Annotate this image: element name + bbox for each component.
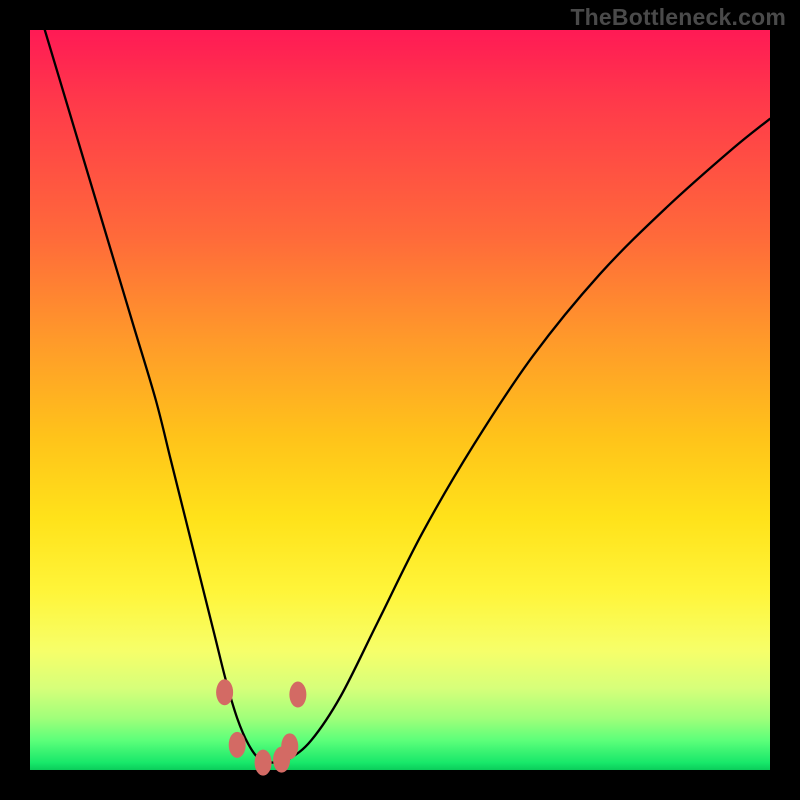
plot-area <box>30 30 770 770</box>
marker-dot-4 <box>281 733 298 759</box>
marker-dot-5 <box>289 682 306 708</box>
watermark-text: TheBottleneck.com <box>570 4 786 31</box>
marker-dot-0 <box>216 679 233 705</box>
bottleneck-curve <box>45 30 770 763</box>
chart-frame: TheBottleneck.com <box>0 0 800 800</box>
marker-dot-1 <box>229 732 246 758</box>
curve-markers <box>216 679 306 775</box>
curve-layer <box>30 30 770 770</box>
marker-dot-2 <box>255 750 272 776</box>
